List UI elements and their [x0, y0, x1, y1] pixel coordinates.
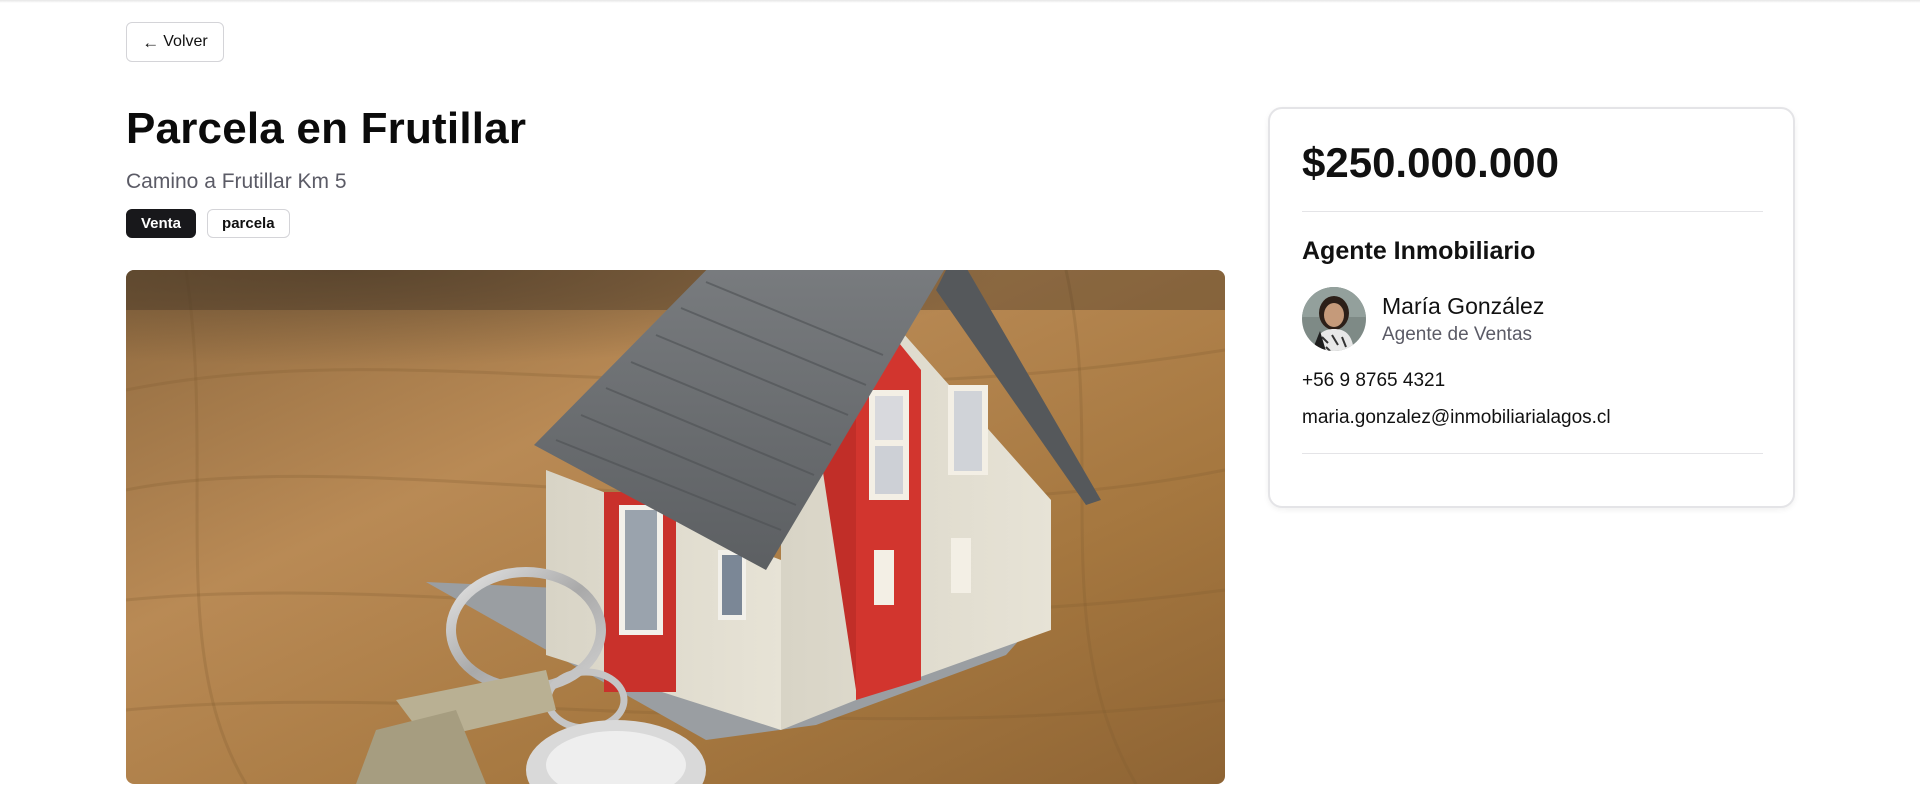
agent-name: María González	[1382, 293, 1545, 319]
agent-role: Agente de Ventas	[1382, 324, 1533, 345]
tag-property-type: parcela	[207, 209, 290, 238]
top-border	[0, 0, 1920, 3]
listing-price: $250.000.000	[1302, 139, 1559, 186]
divider	[1302, 211, 1763, 212]
agent-avatar	[1302, 287, 1366, 351]
property-photo	[126, 270, 1225, 784]
back-button[interactable]: ← Volver	[126, 22, 224, 62]
agent-email[interactable]: maria.gonzalez@inmobiliarialagos.cl	[1302, 407, 1611, 429]
arrow-left-icon: ←	[142, 32, 160, 52]
tag-operation: Venta	[126, 209, 197, 238]
divider	[1302, 453, 1763, 454]
back-button-label: Volver	[163, 33, 208, 50]
listing-address: Camino a Frutillar Km 5	[126, 170, 347, 193]
agent-section-heading: Agente Inmobiliario	[1302, 237, 1536, 265]
price-agent-card: $250.000.000 Agente Inmobiliario María G…	[1268, 107, 1795, 508]
agent-phone[interactable]: +56 9 8765 4321	[1302, 370, 1445, 392]
listing-tags: Venta parcela	[126, 209, 290, 238]
listing-title: Parcela en Frutillar	[126, 104, 527, 153]
